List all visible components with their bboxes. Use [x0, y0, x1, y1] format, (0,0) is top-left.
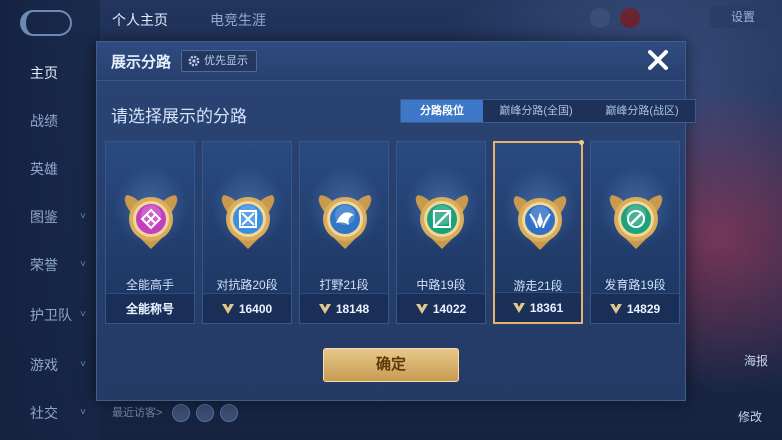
lane-card[interactable]: 全能高手 全能称号: [105, 141, 195, 324]
v-rank-icon: [318, 303, 331, 314]
sidebar-item-label: 护卫队: [30, 307, 72, 323]
dialog-subtitle: 请选择展示的分路: [111, 107, 247, 126]
lane-score-value: 14829: [626, 301, 661, 316]
lane-card[interactable]: 对抗路20段 16400: [202, 141, 292, 324]
sidebar-item-label: 图鉴: [30, 209, 58, 225]
bell-icon[interactable]: [590, 8, 610, 28]
clash-lane-badge-icon: [221, 195, 275, 249]
tab-lane-rank[interactable]: 分路段位: [401, 100, 483, 122]
back-icon[interactable]: [20, 10, 72, 36]
gear-icon: [188, 55, 200, 67]
sidebar-item[interactable]: 图鉴 ˅: [0, 202, 100, 232]
lane-score: 14022: [397, 293, 485, 323]
confirm-button[interactable]: 确定: [323, 348, 459, 382]
sidebar-item[interactable]: 社交 ˅: [0, 398, 100, 428]
lane-rank-label: 打野21段: [319, 278, 369, 292]
display-lane-dialog: 展示分路 优先显示 请选择展示的分路 分路段位 巅峰分路(全国) 巅峰分路(战区…: [96, 41, 696, 401]
visitor-avatar[interactable]: [172, 404, 190, 422]
chevron-down-icon: ˅: [80, 407, 86, 418]
chevron-down-icon: ˅: [80, 309, 86, 320]
sidebar-item[interactable]: 护卫队 ˅: [0, 300, 100, 330]
tab-esports-career[interactable]: 电竞生涯: [210, 10, 266, 30]
sidebar-item[interactable]: 游戏 ˅: [0, 350, 100, 380]
priority-display-label: 优先显示: [204, 55, 248, 67]
lane-card[interactable]: 发育路19段 14829: [590, 141, 680, 324]
sidebar-item-label: 英雄: [30, 161, 58, 177]
lane-score-value: 全能称号: [125, 302, 174, 316]
visitor-avatar[interactable]: [196, 404, 214, 422]
lane-score-value: 18361: [529, 300, 564, 315]
selected-corner-icon: [579, 140, 584, 145]
jungle-badge-icon: [318, 195, 372, 249]
priority-display-button[interactable]: 优先显示: [181, 50, 257, 72]
lane-card[interactable]: 游走21段 18361: [493, 140, 584, 324]
mid-lane-badge-icon: [415, 195, 469, 249]
lane-score-value: 18148: [335, 301, 370, 316]
sidebar-item-label: 战绩: [30, 113, 58, 129]
lane-score: 18148: [300, 293, 388, 323]
lane-score-value: 16400: [238, 301, 273, 316]
v-rank-icon: [415, 303, 428, 314]
lane-score: 全能称号: [106, 293, 194, 323]
sidebar: 主页战绩英雄图鉴 ˅ 荣誉 ˅ 护卫队 ˅ 游戏 ˅ 社交 ˅: [0, 0, 100, 440]
v-rank-icon: [609, 303, 622, 314]
v-rank-icon: [221, 303, 234, 314]
recent-visitors-link[interactable]: 最近访客>: [112, 404, 162, 420]
visitor-avatar[interactable]: [220, 404, 238, 422]
all-rounder-badge-icon: [124, 195, 178, 249]
avatar[interactable]: [620, 8, 640, 28]
settings-button[interactable]: 设置: [710, 6, 776, 28]
lane-score: 14829: [591, 293, 679, 323]
sidebar-item-label: 社交: [30, 405, 58, 421]
sidebar-item-label: 主页: [30, 65, 58, 81]
chevron-down-icon: ˅: [80, 359, 86, 370]
tab-profile[interactable]: 个人主页: [112, 10, 168, 30]
lane-card[interactable]: 中路19段 14022: [396, 141, 486, 324]
sidebar-item-label: 游戏: [30, 357, 58, 373]
lane-rank-label: 中路19段: [416, 278, 466, 292]
lane-rank-label: 发育路19段: [604, 278, 666, 292]
lane-rank-label: 全能高手: [125, 278, 174, 292]
lane-card[interactable]: 打野21段 18148: [299, 141, 389, 324]
chevron-down-icon: ˅: [80, 211, 86, 222]
sidebar-item[interactable]: 主页: [0, 58, 100, 88]
roam-badge-icon: [513, 196, 567, 250]
lane-type-tabs: 分路段位 巅峰分路(全国) 巅峰分路(战区): [400, 99, 696, 123]
close-icon[interactable]: [645, 47, 671, 73]
dialog-header: 展示分路 优先显示: [97, 42, 685, 81]
v-rank-icon: [512, 302, 525, 313]
top-bar: 个人主页 电竞生涯: [100, 0, 782, 40]
lane-score: 16400: [203, 293, 291, 323]
poster-button[interactable]: 海报: [744, 352, 768, 369]
sidebar-item[interactable]: 荣誉 ˅: [0, 250, 100, 280]
sidebar-item-label: 荣誉: [30, 257, 58, 273]
lane-rank-label: 对抗路20段: [216, 278, 278, 292]
lane-score: 18361: [495, 292, 581, 322]
tab-peak-lane-region[interactable]: 巅峰分路(战区): [589, 100, 695, 122]
farm-lane-badge-icon: [609, 195, 663, 249]
lane-score-value: 14022: [432, 301, 467, 316]
tab-peak-lane-national[interactable]: 巅峰分路(全国): [483, 100, 589, 122]
edit-button[interactable]: 修改: [738, 408, 762, 425]
chevron-down-icon: ˅: [80, 259, 86, 270]
sidebar-item[interactable]: 战绩: [0, 106, 100, 136]
sidebar-item[interactable]: 英雄: [0, 154, 100, 184]
dialog-title: 展示分路: [111, 54, 172, 71]
